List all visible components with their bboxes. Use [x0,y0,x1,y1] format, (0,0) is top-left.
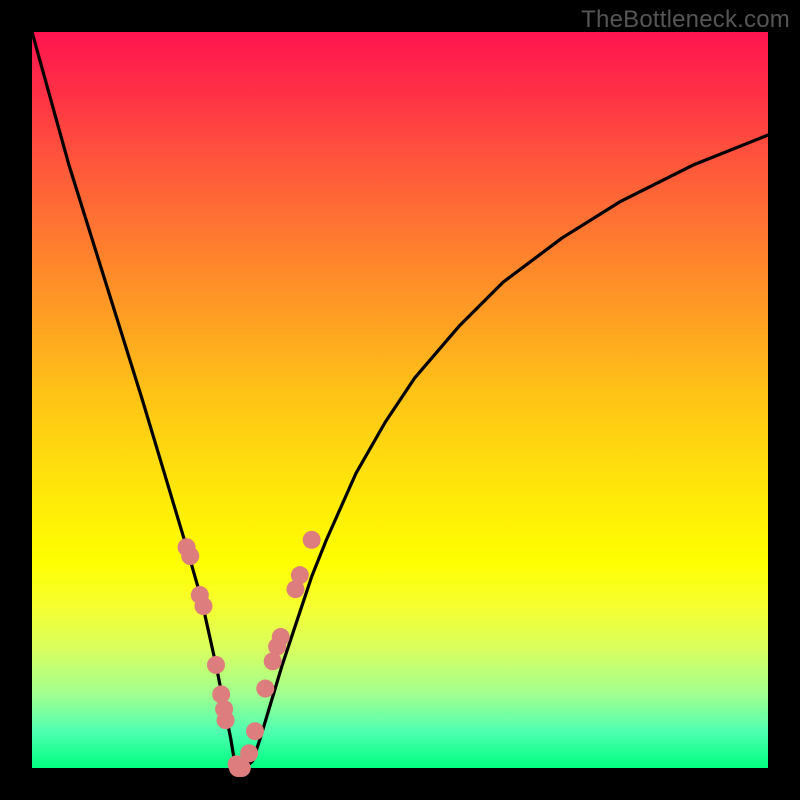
highlight-dot [217,711,235,729]
chart-frame: TheBottleneck.com [0,0,800,800]
highlight-dot [291,566,309,584]
highlight-dot [256,680,274,698]
watermark-text: TheBottleneck.com [581,6,790,34]
plot-area [32,32,768,768]
bottleneck-curve [32,32,768,768]
highlight-dot [240,744,258,762]
highlight-dot [303,531,321,549]
highlight-dot [194,597,212,615]
highlight-dot [207,656,225,674]
highlight-dot [272,628,290,646]
highlight-dots-group [178,531,321,777]
highlight-dot [181,547,199,565]
curve-layer [32,32,768,768]
highlight-dot [246,722,264,740]
